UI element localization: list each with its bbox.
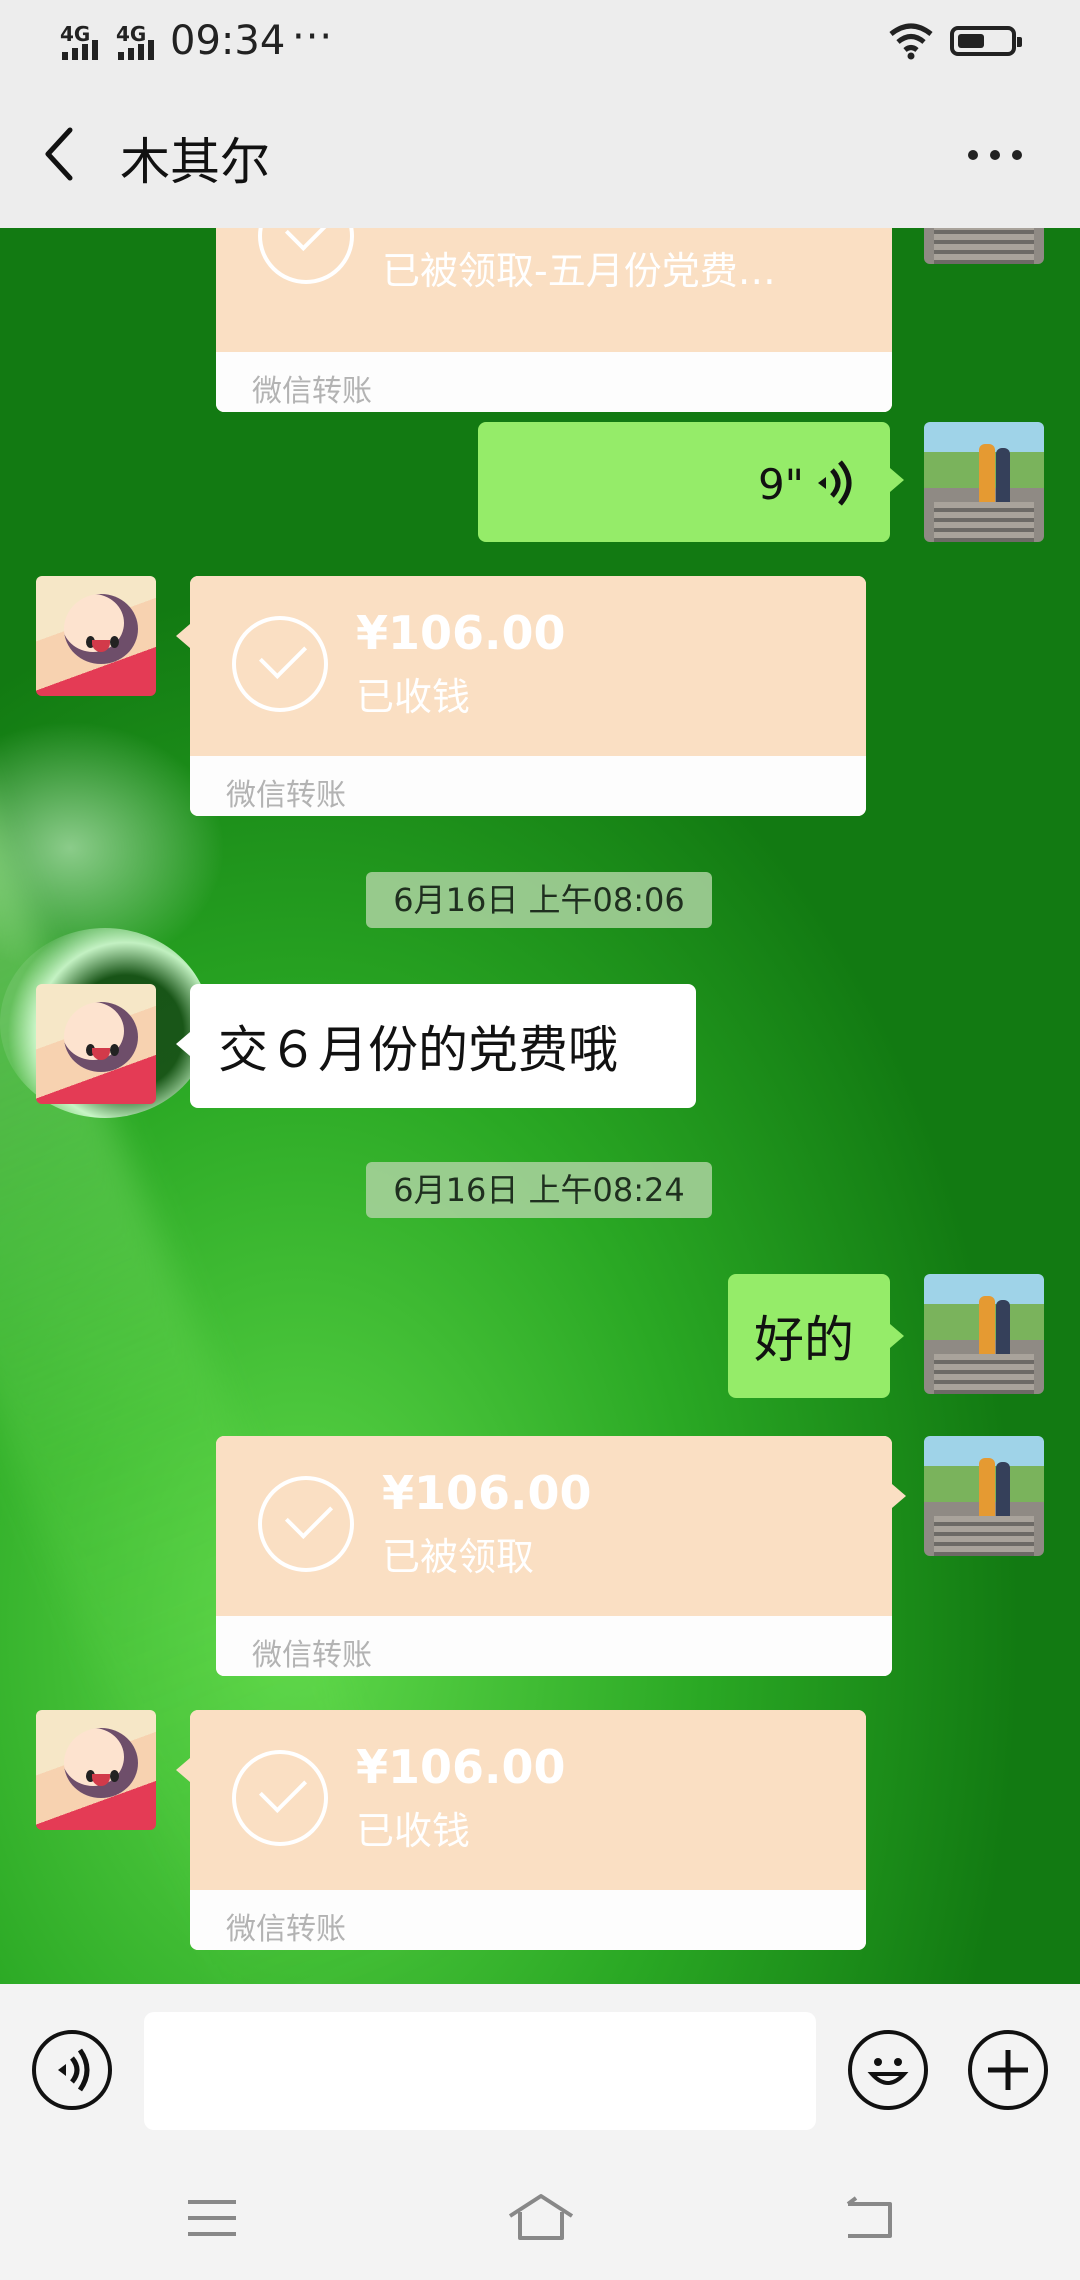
chat-title: 木其尔 (120, 133, 270, 191)
smile-icon (867, 2058, 909, 2085)
transfer-card-sent-partial[interactable]: 已被领取-五月份党费… 微信转账 (216, 228, 892, 412)
back-arrow-icon[interactable] (36, 124, 86, 184)
chat-messages[interactable]: 已被领取-五月份党费… 微信转账 9" ¥106.00 已收钱 微信转账 6月1… (0, 228, 1080, 1984)
transfer-amount: ¥106.00 (356, 606, 566, 660)
transfer-brand: 微信转账 (252, 1638, 372, 1673)
bubble-tail (176, 1032, 190, 1056)
plus-icon (988, 2050, 1028, 2090)
voice-duration: 9" (757, 460, 804, 509)
transfer-amount: ¥106.00 (382, 1466, 592, 1520)
timestamp: 6月16日 上午08:06 (366, 872, 712, 928)
menu-icon[interactable] (186, 2198, 238, 2238)
transfer-brand: 微信转账 (226, 1912, 346, 1947)
voice-wave-icon (818, 460, 852, 506)
bubble-tail (892, 1484, 906, 1508)
avatar-self[interactable] (924, 422, 1044, 542)
transfer-amount: ¥106.00 (356, 1740, 566, 1794)
text-message-received[interactable]: 交６月份的党费哦 (190, 984, 696, 1108)
bubble-tail (890, 1324, 904, 1348)
timestamp: 6月16日 上午08:24 (366, 1162, 712, 1218)
avatar-contact[interactable] (36, 1710, 156, 1830)
system-nav-bar (0, 2156, 1080, 2280)
voice-wave-icon (58, 2048, 90, 2092)
checkmark-icon (258, 1476, 354, 1572)
battery-icon (950, 26, 1022, 56)
bubble-tail (176, 624, 190, 648)
transfer-brand: 微信转账 (252, 374, 372, 409)
message-input[interactable] (144, 2012, 816, 2130)
emoji-button[interactable] (848, 2030, 928, 2110)
checkmark-icon (232, 616, 328, 712)
text-message-sent[interactable]: 好的 (728, 1274, 890, 1398)
input-bar (0, 1984, 1080, 2156)
transfer-card-received-2[interactable]: ¥106.00 已收钱 微信转账 (190, 1710, 866, 1950)
transfer-status: 已收钱 (356, 1809, 471, 1853)
avatar-contact[interactable] (36, 984, 156, 1104)
avatar-self[interactable] (924, 1436, 1044, 1556)
wifi-icon (889, 23, 933, 60)
avatar-self[interactable] (924, 1274, 1044, 1394)
transfer-status: 已被领取-五月份党费… (382, 249, 776, 293)
signal-bars-1-icon (62, 40, 98, 60)
voice-message-bubble[interactable]: 9" (478, 422, 890, 542)
bubble-tail (176, 1758, 190, 1782)
notification-more-icon: ··· (292, 14, 334, 60)
transfer-brand: 微信转账 (226, 778, 346, 813)
back-nav-icon[interactable] (842, 2196, 896, 2240)
signal-bars-2-icon (118, 40, 154, 60)
more-functions-button[interactable] (968, 2030, 1048, 2110)
home-icon[interactable] (506, 2192, 576, 2242)
transfer-card-sent[interactable]: ¥106.00 已被领取 微信转账 (216, 1436, 892, 1676)
chat-header: 木其尔 (0, 80, 1080, 228)
checkmark-icon (232, 1750, 328, 1846)
avatar-contact[interactable] (36, 576, 156, 696)
clock: 09:34 (170, 18, 286, 64)
bubble-tail (890, 468, 904, 492)
transfer-status: 已收钱 (356, 675, 471, 719)
avatar-self[interactable] (924, 228, 1044, 264)
status-bar: 4G 4G 09:34 ··· (0, 0, 1080, 80)
voice-input-button[interactable] (32, 2030, 112, 2110)
transfer-status: 已被领取 (382, 1535, 535, 1579)
transfer-card-received-1[interactable]: ¥106.00 已收钱 微信转账 (190, 576, 866, 816)
more-options-icon[interactable] (960, 124, 1030, 184)
